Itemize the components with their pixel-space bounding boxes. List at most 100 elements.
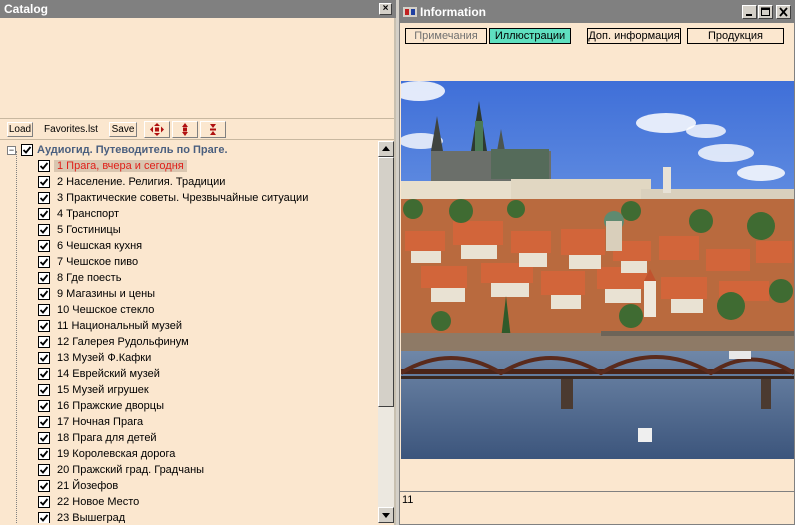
tree-item[interactable]: 3 Практические советы. Чрезвычайные ситу… (38, 190, 311, 206)
tree-item-label: 3 Практические советы. Чрезвычайные ситу… (57, 192, 309, 204)
tree-item[interactable]: 17 Ночная Прага (38, 414, 146, 430)
tab-notes[interactable]: Примечания (405, 28, 487, 44)
tab-illustrations[interactable]: Иллюстрации (489, 28, 571, 44)
tree-item-label: 2 Население. Религия. Традиции (57, 176, 226, 188)
scroll-up-arrow-icon[interactable] (378, 141, 394, 157)
checkbox-checked-icon[interactable] (38, 176, 50, 188)
tree-item[interactable]: 13 Музей Ф.Кафки (38, 350, 154, 366)
collapse-toggle-icon[interactable]: − (7, 145, 16, 155)
tree-item[interactable]: 16 Пражские дворцы (38, 398, 167, 414)
tree-item[interactable]: 9 Магазины и цены (38, 286, 158, 302)
tree-item[interactable]: 1 Прага, вчера и сегодня (38, 158, 187, 174)
tree-connector (16, 151, 17, 523)
catalog-titlebar: Catalog × (0, 0, 396, 18)
checkbox-checked-icon[interactable] (38, 192, 50, 204)
tree-item-label: 6 Чешская кухня (57, 240, 143, 252)
scroll-down-arrow-icon[interactable] (378, 507, 394, 523)
checkbox-checked-icon[interactable] (21, 144, 33, 156)
tree-item[interactable]: 8 Где поесть (38, 270, 124, 286)
checkbox-checked-icon[interactable] (38, 336, 50, 348)
maximize-icon[interactable] (758, 5, 773, 19)
checkbox-checked-icon[interactable] (38, 480, 50, 492)
tree-item-label: 8 Где поесть (57, 272, 122, 284)
checkbox-checked-icon[interactable] (38, 208, 50, 220)
tree-item[interactable]: 14 Еврейский музей (38, 366, 163, 382)
tree-item-label: 23 Вышеград (57, 512, 126, 523)
tree-item-label: 18 Прага для детей (57, 432, 157, 444)
status-bar: 11 (400, 491, 794, 524)
app-icon (403, 7, 417, 17)
checkbox-checked-icon[interactable] (38, 384, 50, 396)
tree-item[interactable]: 4 Транспорт (38, 206, 122, 222)
tree-item-label: 9 Магазины и цены (57, 288, 156, 300)
checkbox-checked-icon[interactable] (38, 272, 50, 284)
tree-item[interactable]: 10 Чешское стекло (38, 302, 157, 318)
move-all-icon[interactable] (144, 121, 170, 138)
checkbox-checked-icon[interactable] (38, 512, 50, 523)
checkbox-checked-icon[interactable] (38, 400, 50, 412)
checkbox-checked-icon[interactable] (38, 352, 50, 364)
minimize-icon[interactable] (742, 5, 757, 19)
tree-item[interactable]: 23 Вышеград (38, 510, 128, 523)
checkbox-checked-icon[interactable] (38, 320, 50, 332)
favorites-list-button[interactable]: Favorites.lst (38, 122, 104, 137)
information-window: Information Примечания Иллюстрации Доп. … (399, 0, 795, 525)
tree-item-label: 19 Королевская дорога (57, 448, 176, 460)
tree-item[interactable]: 6 Чешская кухня (38, 238, 145, 254)
checkbox-checked-icon[interactable] (38, 240, 50, 252)
catalog-tree: − Аудиогид. Путеводитель по Праге. 1 Пра… (4, 141, 376, 523)
info-tabs: Примечания Иллюстрации Доп. информация П… (400, 25, 794, 47)
tree-item[interactable]: 5 Гостиницы (38, 222, 124, 238)
tree-item-label: 15 Музей игрушек (57, 384, 149, 396)
checkbox-checked-icon[interactable] (38, 288, 50, 300)
tree-item-label: 12 Галерея Рудольфинум (57, 336, 189, 348)
move-up-down-icon[interactable] (172, 121, 198, 138)
tree-item[interactable]: 20 Пражский град. Градчаны (38, 462, 207, 478)
catalog-scrollbar[interactable] (378, 141, 394, 523)
checkbox-checked-icon[interactable] (38, 368, 50, 380)
tree-item-label: 14 Еврейский музей (57, 368, 160, 380)
close-icon[interactable]: × (379, 3, 392, 15)
checkbox-checked-icon[interactable] (38, 304, 50, 316)
tree-item-label: 13 Музей Ф.Кафки (57, 352, 152, 364)
tree-root[interactable]: − Аудиогид. Путеводитель по Праге. (4, 142, 228, 158)
save-button[interactable]: Save (109, 122, 137, 137)
tree-item[interactable]: 2 Население. Религия. Традиции (38, 174, 228, 190)
tree-item-label: 1 Прага, вчера и сегодня (54, 160, 187, 172)
tree-item[interactable]: 11 Национальный музей (38, 318, 185, 334)
tree-item[interactable]: 15 Музей игрушек (38, 382, 152, 398)
close-icon[interactable] (776, 5, 791, 19)
tree-item[interactable]: 7 Чешское пиво (38, 254, 141, 270)
tree-item[interactable]: 21 Йозефов (38, 478, 121, 494)
checkbox-checked-icon[interactable] (38, 416, 50, 428)
collapse-icon[interactable] (200, 121, 226, 138)
checkbox-checked-icon[interactable] (38, 464, 50, 476)
checkbox-checked-icon[interactable] (38, 432, 50, 444)
tree-item[interactable]: 12 Галерея Рудольфинум (38, 334, 192, 350)
tree-root-label: Аудиогид. Путеводитель по Праге. (37, 144, 228, 156)
information-titlebar: Information (400, 1, 794, 23)
information-title: Information (420, 5, 486, 19)
tree-item[interactable]: 18 Прага для детей (38, 430, 160, 446)
catalog-toolbar: Load Favorites.lst Save (0, 118, 394, 140)
tree-item[interactable]: 19 Королевская дорога (38, 446, 178, 462)
tree-item-label: 5 Гостиницы (57, 224, 121, 236)
tree-item[interactable]: 22 Новое Место (38, 494, 142, 510)
tree-item-label: 20 Пражский град. Градчаны (57, 464, 205, 476)
catalog-title: Catalog (4, 2, 49, 16)
checkbox-checked-icon[interactable] (38, 160, 50, 172)
load-button[interactable]: Load (7, 122, 33, 137)
scrollbar-thumb[interactable] (378, 157, 394, 407)
tree-item-label: 4 Транспорт (57, 208, 120, 220)
tree-item-label: 16 Пражские дворцы (57, 400, 165, 412)
tab-extra-info[interactable]: Доп. информация (587, 28, 681, 44)
illustration-image (401, 81, 794, 459)
tab-products[interactable]: Продукция (687, 28, 784, 44)
checkbox-checked-icon[interactable] (38, 256, 50, 268)
tree-item-label: 17 Ночная Прага (57, 416, 144, 428)
checkbox-checked-icon[interactable] (38, 496, 50, 508)
checkbox-checked-icon[interactable] (38, 224, 50, 236)
tree-item-label: 10 Чешское стекло (57, 304, 155, 316)
checkbox-checked-icon[interactable] (38, 448, 50, 460)
catalog-window: Catalog × Load Favorites.lst Save − Ауди… (0, 0, 396, 525)
